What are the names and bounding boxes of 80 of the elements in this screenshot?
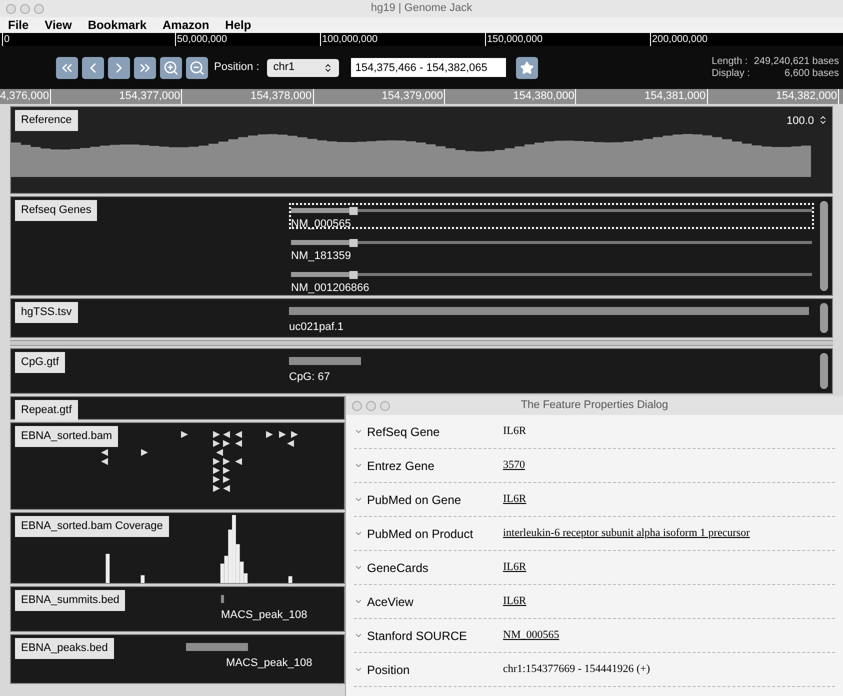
nav-button[interactable] bbox=[56, 56, 78, 78]
expand-icon[interactable] bbox=[354, 461, 363, 470]
track-label: EBNA_sorted.bam Coverage bbox=[15, 516, 169, 536]
select-arrows-icon bbox=[323, 62, 334, 72]
scrollbar[interactable] bbox=[820, 303, 828, 333]
feature-name: MACS_peak_108 bbox=[221, 608, 308, 623]
track-label: EBNA_summits.bed bbox=[15, 590, 126, 610]
nav-button[interactable] bbox=[108, 56, 130, 78]
window-title: hg19 | Genome Jack bbox=[370, 1, 472, 16]
feature-name: uc021paf.1 bbox=[289, 320, 344, 335]
ruler-label: 154,378,000 bbox=[250, 89, 314, 104]
split-handle[interactable] bbox=[10, 340, 833, 346]
ruler-label: 154,382,000 bbox=[776, 89, 839, 104]
scale-max: 100.0 bbox=[786, 114, 814, 129]
property-link[interactable]: IL6R bbox=[503, 593, 526, 610]
property-value: IL6R bbox=[503, 424, 526, 440]
nav-button[interactable] bbox=[134, 56, 156, 78]
property-name: AceView bbox=[367, 594, 414, 610]
star-icon bbox=[520, 60, 534, 74]
dialog-title: The Feature Properties Dialog bbox=[520, 398, 668, 414]
property-name: RefSeq Gene bbox=[367, 424, 441, 440]
gene-name: NM_000565 bbox=[291, 217, 351, 232]
position-label: Position : bbox=[214, 60, 260, 76]
zoom-in-icon bbox=[163, 60, 179, 76]
property-link[interactable]: 3570 bbox=[503, 457, 525, 474]
track-label: EBNA_sorted.bam bbox=[15, 426, 118, 446]
zoom-out-icon bbox=[189, 60, 205, 76]
bookmark-button[interactable] bbox=[516, 56, 538, 78]
property-name: Entrez Gene bbox=[367, 458, 436, 474]
gene-feature[interactable]: NM_181359 bbox=[289, 235, 814, 261]
track-label: Reference bbox=[15, 110, 78, 130]
property-link[interactable]: IL6R bbox=[503, 559, 526, 576]
gene-name: NM_181359 bbox=[291, 249, 351, 264]
track-label: Repeat.gtf bbox=[15, 400, 78, 420]
chromosome-select[interactable]: chr1 bbox=[267, 58, 340, 76]
gene-name: NM_001206866 bbox=[291, 281, 370, 296]
ruler-label: 154,381,000 bbox=[644, 89, 708, 104]
ruler-label: 154,377,000 bbox=[119, 89, 182, 104]
track-label: hgTSS.tsv bbox=[15, 302, 78, 322]
property-name: GeneCards bbox=[367, 560, 430, 576]
track-label: CpG.gtf bbox=[15, 352, 65, 372]
nav-button[interactable] bbox=[160, 56, 182, 78]
property-link[interactable]: interleukin-6 receptor subunit alpha isoform 1 precursor bbox=[503, 525, 750, 542]
ruler-label: 154,379,000 bbox=[382, 89, 445, 104]
range-field[interactable]: 154,375,466 - 154,382,065 bbox=[351, 58, 506, 77]
property-link[interactable]: NM_000565 bbox=[503, 627, 560, 644]
property-name: PubMed on Gene bbox=[367, 492, 462, 508]
gene-feature[interactable]: NM_001206866 bbox=[289, 267, 814, 293]
display-value: 6,600 bases bbox=[784, 68, 839, 80]
expand-icon[interactable] bbox=[354, 529, 363, 538]
nav-button[interactable] bbox=[82, 56, 104, 78]
track-label: Refseq Genes bbox=[15, 200, 98, 220]
track-label: EBNA_peaks.bed bbox=[15, 638, 114, 658]
expand-icon[interactable] bbox=[354, 631, 363, 640]
scrollbar[interactable] bbox=[820, 201, 828, 291]
menu-item[interactable]: File bbox=[8, 16, 29, 34]
property-name: PubMed on Product bbox=[367, 526, 474, 542]
property-name: Stanford SOURCE bbox=[367, 628, 468, 644]
feature-name: MACS_peak_108 bbox=[226, 656, 312, 671]
gene-feature[interactable]: NM_000565 bbox=[289, 203, 814, 229]
nav-button[interactable] bbox=[186, 56, 208, 78]
property-link[interactable]: IL6R bbox=[503, 491, 526, 508]
length-value: 249,240,621 bases bbox=[754, 56, 839, 68]
menu-item[interactable]: Help bbox=[225, 16, 252, 34]
expand-icon[interactable] bbox=[354, 665, 363, 674]
property-value: chr1:154377669 - 154441926 (+) bbox=[503, 662, 650, 678]
expand-icon[interactable] bbox=[354, 563, 363, 572]
scrollbar[interactable] bbox=[820, 353, 828, 389]
property-name: Position bbox=[367, 662, 411, 678]
expand-icon[interactable] bbox=[354, 427, 363, 436]
ruler-label: 154,380,000 bbox=[513, 89, 576, 104]
expand-icon[interactable] bbox=[354, 597, 363, 606]
ruler-label: 4,376,000 bbox=[0, 89, 51, 104]
menu-item[interactable]: Bookmark bbox=[88, 16, 146, 34]
feature-name: CpG: 67 bbox=[289, 370, 330, 385]
expand-icon[interactable] bbox=[354, 495, 363, 504]
display-label: Display : bbox=[712, 68, 750, 80]
length-label: Length : bbox=[712, 56, 749, 68]
menu-item[interactable]: Amazon bbox=[162, 16, 210, 34]
menu-item[interactable]: View bbox=[44, 16, 72, 34]
